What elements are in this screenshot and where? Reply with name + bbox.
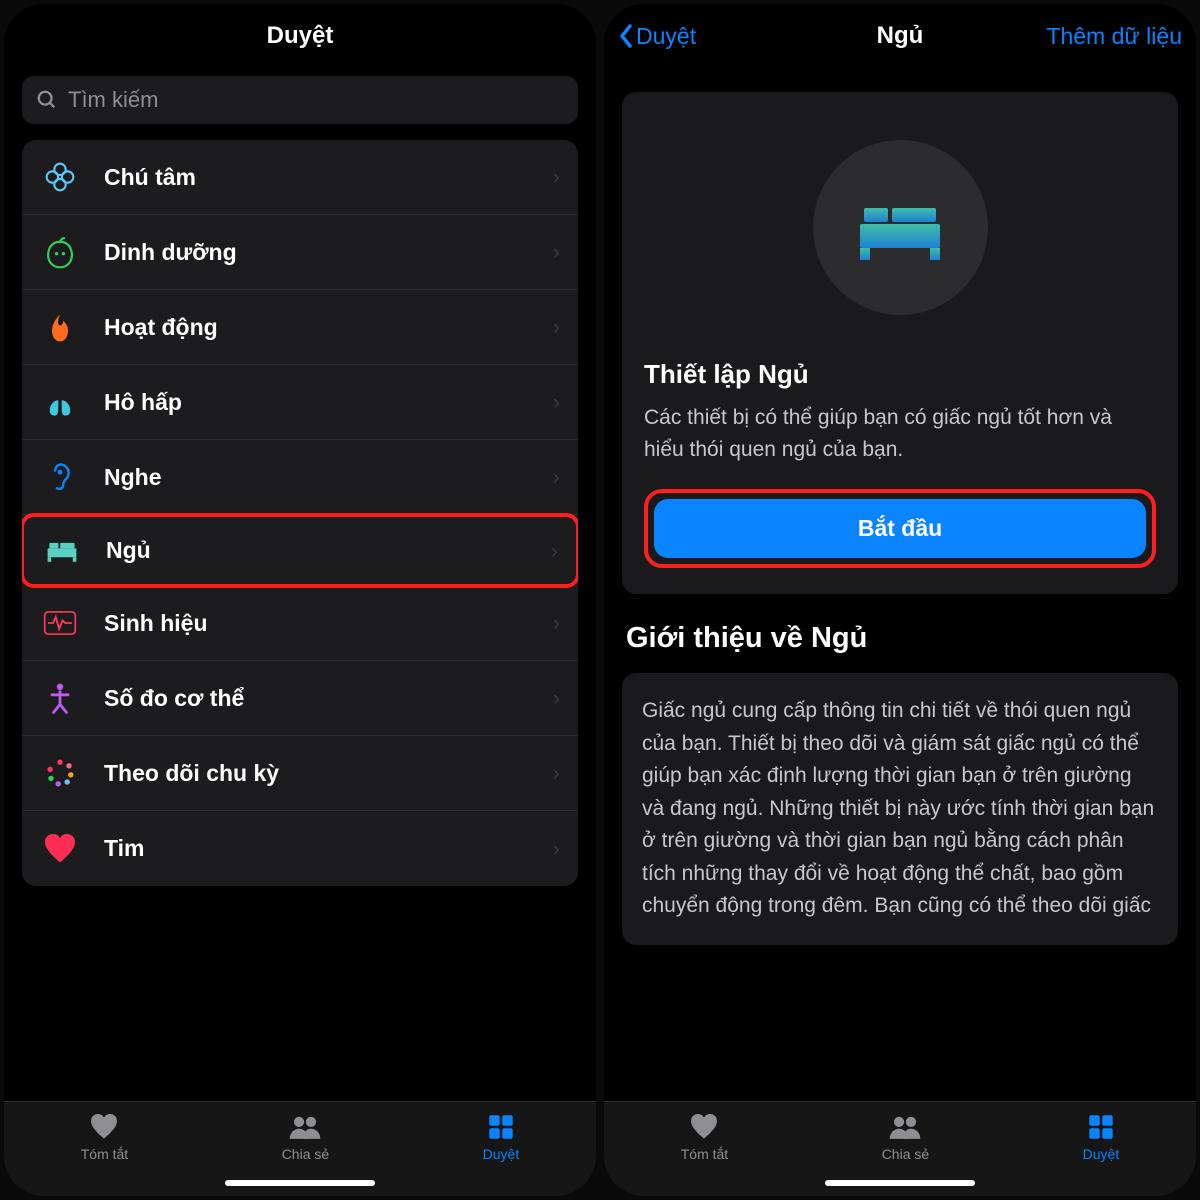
list-item-mindfulness[interactable]: Chú tâm › <box>22 140 578 215</box>
list-item-activity[interactable]: Hoạt động › <box>22 290 578 365</box>
sleep-icon <box>42 531 82 571</box>
page-title: Ngủ <box>877 22 924 50</box>
list-item-label: Ngủ <box>106 537 551 564</box>
tab-label: Tóm tắt <box>81 1146 128 1162</box>
list-item-label: Hoạt động <box>104 314 553 341</box>
start-button[interactable]: Bắt đầu <box>654 499 1146 558</box>
list-item-label: Hô hấp <box>104 389 553 416</box>
list-item-sleep[interactable]: Ngủ › <box>22 513 578 588</box>
add-data-button[interactable]: Thêm dữ liệu <box>1046 23 1182 50</box>
chevron-right-icon: › <box>553 239 560 265</box>
cta-highlight: Bắt đầu <box>644 489 1156 568</box>
categories-list: Chú tâm › Dinh dưỡng › Hoạt động › <box>22 140 578 886</box>
search-input[interactable]: Tìm kiếm <box>22 76 578 124</box>
page-title: Duyệt <box>267 22 334 50</box>
grid-icon <box>488 1112 514 1142</box>
list-item-label: Số đo cơ thể <box>104 685 553 712</box>
people-icon <box>888 1112 922 1142</box>
about-body: Giấc ngủ cung cấp thông tin chi tiết về … <box>642 695 1158 923</box>
people-icon <box>288 1112 322 1142</box>
chevron-right-icon: › <box>553 685 560 711</box>
chevron-right-icon: › <box>553 464 560 490</box>
heart-icon <box>40 829 80 869</box>
mindfulness-icon <box>40 157 80 197</box>
chevron-right-icon: › <box>553 389 560 415</box>
list-item-label: Sinh hiệu <box>104 610 553 637</box>
heart-fill-icon <box>89 1112 119 1142</box>
home-indicator[interactable] <box>225 1180 375 1186</box>
hearing-icon <box>40 457 80 497</box>
back-button[interactable]: Duyệt <box>618 23 696 50</box>
tab-label: Duyệt <box>483 1146 520 1162</box>
chevron-left-icon <box>618 24 634 48</box>
heart-fill-icon <box>689 1112 719 1142</box>
browse-screen: Duyệt Tìm kiếm Chú tâm › Dinh dưỡng › <box>4 4 596 1196</box>
back-label: Duyệt <box>636 23 696 50</box>
activity-icon <box>40 307 80 347</box>
chevron-right-icon: › <box>553 610 560 636</box>
tab-label: Duyệt <box>1083 1146 1120 1162</box>
vitals-icon <box>40 603 80 643</box>
home-indicator[interactable] <box>825 1180 975 1186</box>
sleep-hero <box>644 140 1156 315</box>
tab-summary[interactable]: Tóm tắt <box>81 1112 128 1162</box>
list-item-label: Theo dõi chu kỳ <box>104 760 553 787</box>
cycle-icon <box>40 753 80 793</box>
sleep-hero-icon <box>813 140 988 315</box>
tab-summary[interactable]: Tóm tắt <box>681 1112 728 1162</box>
tab-label: Chia sẻ <box>882 1146 929 1162</box>
header: Duyệt <box>4 4 596 68</box>
tab-browse[interactable]: Duyệt <box>483 1112 520 1162</box>
setup-title: Thiết lập Ngủ <box>644 359 1156 390</box>
about-title: Giới thiệu về Ngủ <box>626 622 1174 655</box>
list-item-nutrition[interactable]: Dinh dưỡng › <box>22 215 578 290</box>
chevron-right-icon: › <box>553 314 560 340</box>
search-placeholder: Tìm kiếm <box>68 87 158 113</box>
search-icon <box>36 89 58 111</box>
chevron-right-icon: › <box>553 164 560 190</box>
sleep-content: Thiết lập Ngủ Các thiết bị có thể giúp b… <box>604 68 1196 1101</box>
chevron-right-icon: › <box>553 760 560 786</box>
tab-browse[interactable]: Duyệt <box>1083 1112 1120 1162</box>
categories-list-container: Chú tâm › Dinh dưỡng › Hoạt động › <box>4 140 596 1101</box>
tab-label: Tóm tắt <box>681 1146 728 1162</box>
list-item-respiratory[interactable]: Hô hấp › <box>22 365 578 440</box>
tab-label: Chia sẻ <box>282 1146 329 1162</box>
tab-sharing[interactable]: Chia sẻ <box>282 1112 329 1162</box>
list-item-body-measurements[interactable]: Số đo cơ thể › <box>22 661 578 736</box>
grid-icon <box>1088 1112 1114 1142</box>
list-item-hearing[interactable]: Nghe › <box>22 440 578 515</box>
list-item-label: Chú tâm <box>104 164 553 191</box>
setup-description: Các thiết bị có thể giúp bạn có giấc ngủ… <box>644 402 1156 465</box>
list-item-label: Tim <box>104 835 553 862</box>
respiratory-icon <box>40 382 80 422</box>
list-item-heart[interactable]: Tim › <box>22 811 578 886</box>
list-item-label: Nghe <box>104 464 553 491</box>
tab-sharing[interactable]: Chia sẻ <box>882 1112 929 1162</box>
chevron-right-icon: › <box>553 836 560 862</box>
setup-card: Thiết lập Ngủ Các thiết bị có thể giúp b… <box>622 92 1178 594</box>
chevron-right-icon: › <box>551 538 558 564</box>
list-item-label: Dinh dưỡng <box>104 239 553 266</box>
sleep-screen: Duyệt Ngủ Thêm dữ liệu Thiết lập Ngủ Các… <box>604 4 1196 1196</box>
nutrition-icon <box>40 232 80 272</box>
list-item-vitals[interactable]: Sinh hiệu › <box>22 586 578 661</box>
header: Duyệt Ngủ Thêm dữ liệu <box>604 4 1196 68</box>
list-item-cycle-tracking[interactable]: Theo dõi chu kỳ › <box>22 736 578 811</box>
about-card: Giấc ngủ cung cấp thông tin chi tiết về … <box>622 673 1178 945</box>
body-icon <box>40 678 80 718</box>
